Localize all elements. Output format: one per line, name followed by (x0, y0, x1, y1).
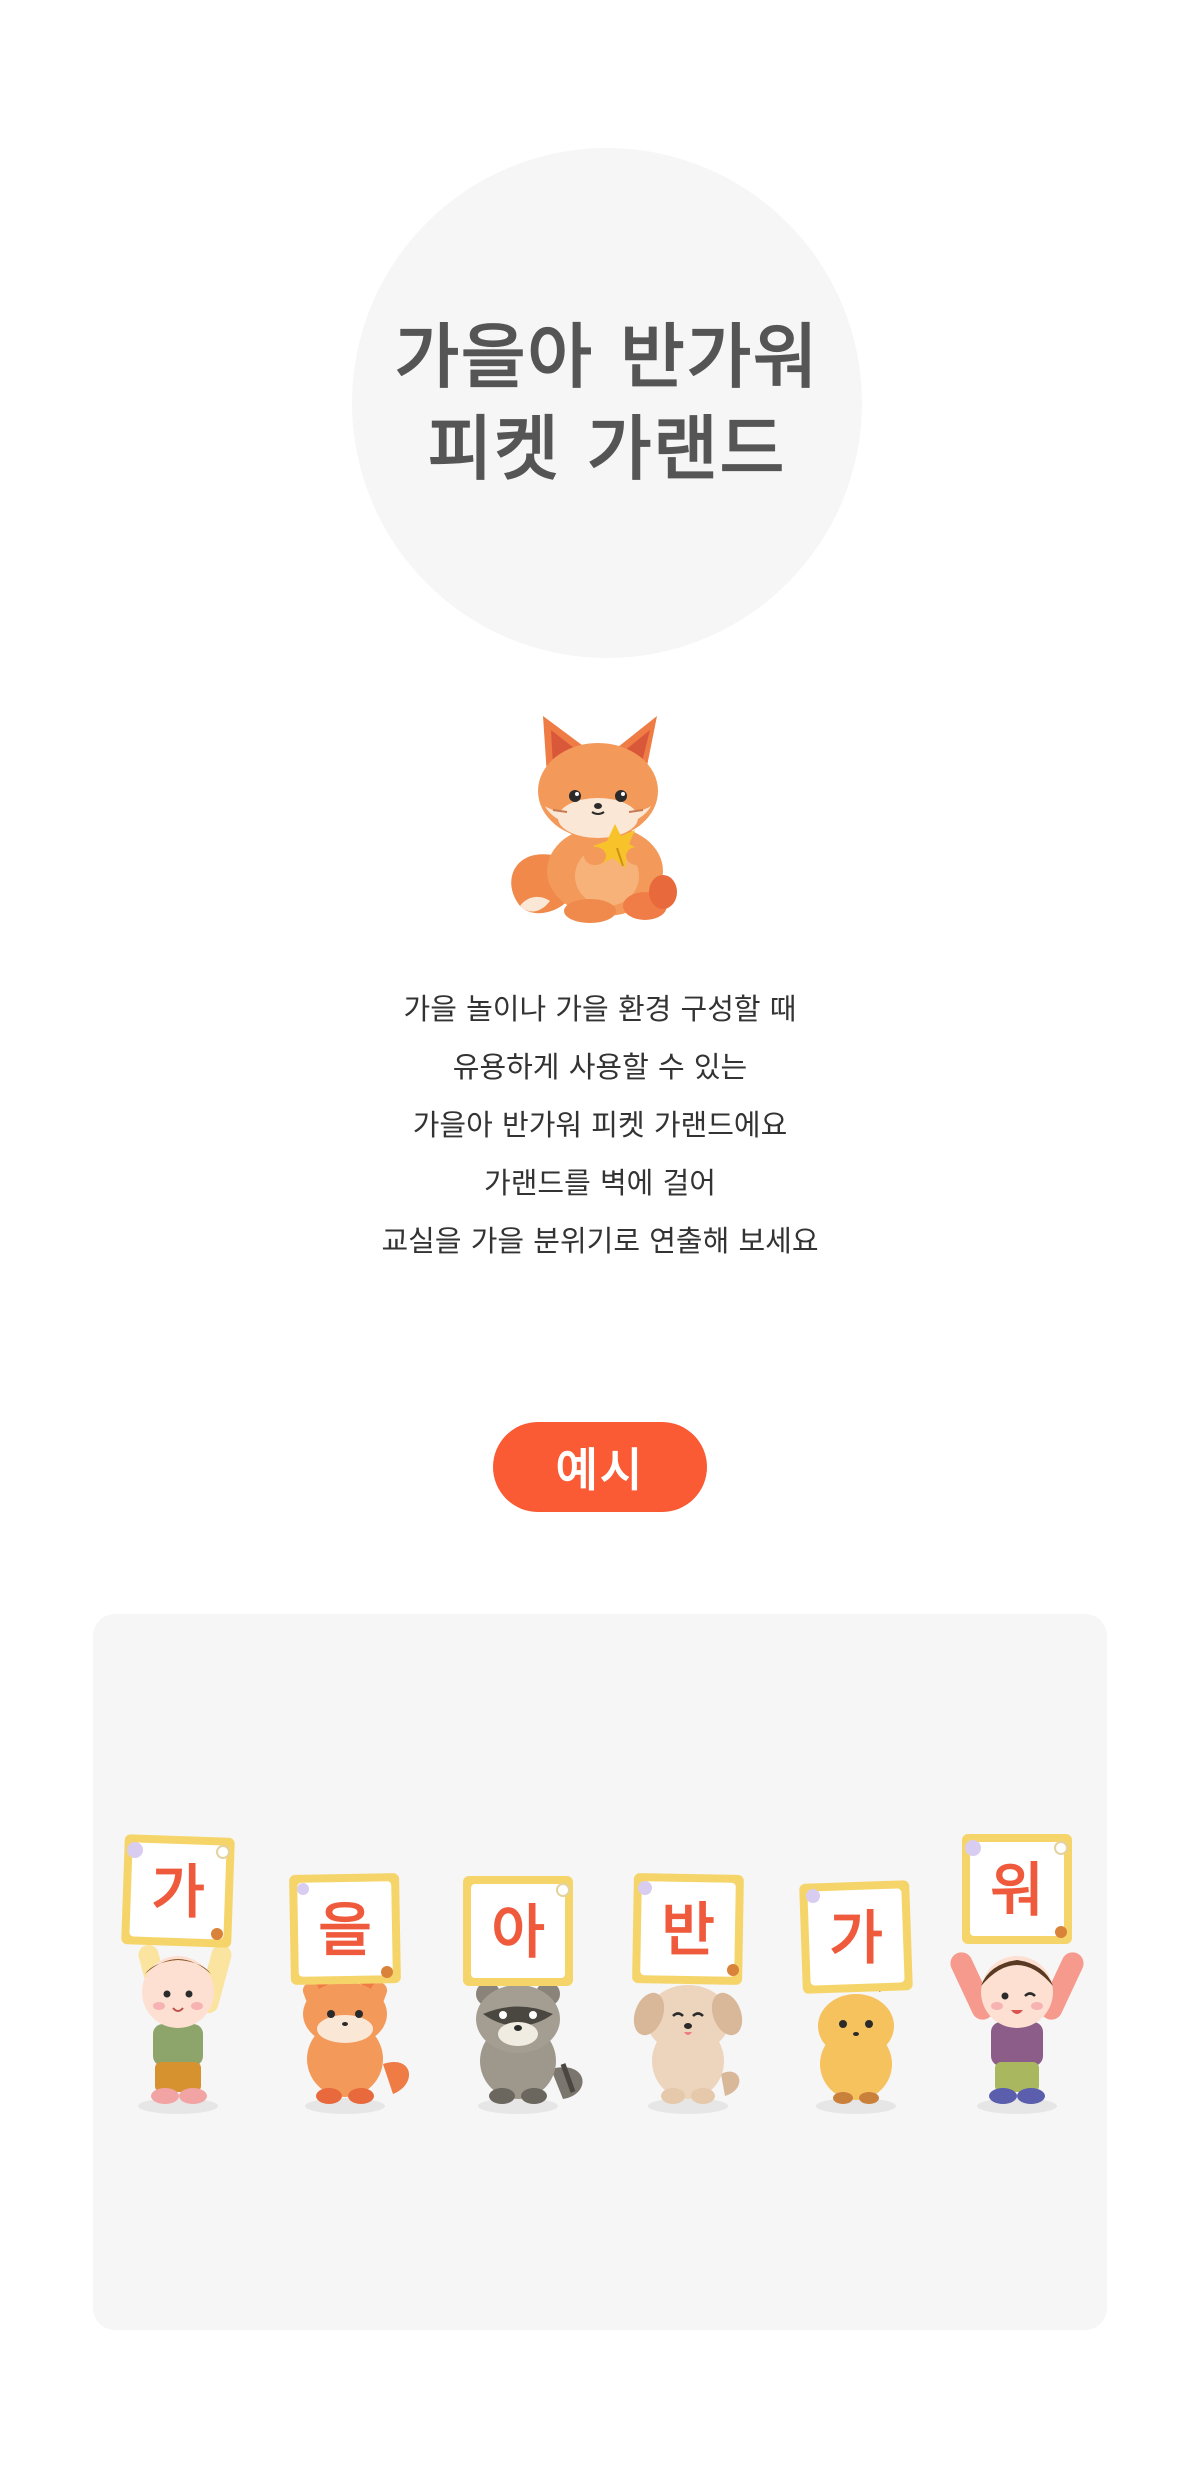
description-line: 가을 놀이나 가을 환경 구성할 때 (403, 992, 797, 1026)
picket-sign: 을 (289, 1873, 401, 1985)
garland-item-5: 가 (799, 1880, 913, 2114)
garland-item-3: 아 (463, 1876, 583, 2114)
garland-letter: 반 (661, 1896, 714, 1964)
garland-letter: 가 (151, 1858, 204, 1926)
description-line: 가을아 반가워 피켓 가랜드에요 (412, 1108, 788, 1142)
picket-sign: 워 (962, 1834, 1072, 1944)
picket-sign: 가 (799, 1880, 913, 1994)
hero-title-line-2: 피켓 가랜드 (427, 408, 787, 490)
garland-item-1: 가 (121, 1834, 235, 2114)
example-badge: 예시 (493, 1422, 707, 1512)
picket-sign: 아 (463, 1876, 573, 1986)
description: 가을 놀이나 가을 환경 구성할 때 유용하게 사용할 수 있는 가을아 반가워… (0, 980, 1200, 1270)
description-line: 가랜드를 벽에 걸어 (484, 1166, 716, 1200)
description-line: 교실을 가을 분위기로 연출해 보세요 (381, 1224, 819, 1258)
garland-letter: 워 (990, 1856, 1043, 1924)
hero-title-line-1: 가을아 반가워 (394, 316, 820, 398)
example-panel: 가 을 아 반 가 워 (93, 1614, 1107, 2330)
child-boy-icon (138, 1944, 232, 2114)
hero-circle: 가을아 반가워 피켓 가랜드 (352, 148, 862, 658)
fox-holding-leaf-icon (495, 706, 705, 926)
garland-item-2: 을 (289, 1873, 410, 2114)
garland-letter: 을 (318, 1896, 371, 1964)
picket-garland-illustration: 가 을 아 반 가 워 (121, 1834, 1084, 2114)
garland-item-6: 워 (950, 1834, 1084, 2114)
child-girl-icon (950, 1952, 1084, 2114)
picket-sign: 반 (632, 1873, 744, 1985)
description-line: 유용하게 사용할 수 있는 (452, 1050, 748, 1084)
picket-sign: 가 (121, 1834, 235, 1948)
garland-letter: 아 (491, 1898, 544, 1966)
fox-icon (302, 1964, 410, 2114)
garland-item-4: 반 (632, 1873, 744, 2114)
garland-letter: 가 (829, 1904, 882, 1972)
puppy-icon (633, 1985, 743, 2114)
raccoon-icon (476, 1982, 583, 2114)
